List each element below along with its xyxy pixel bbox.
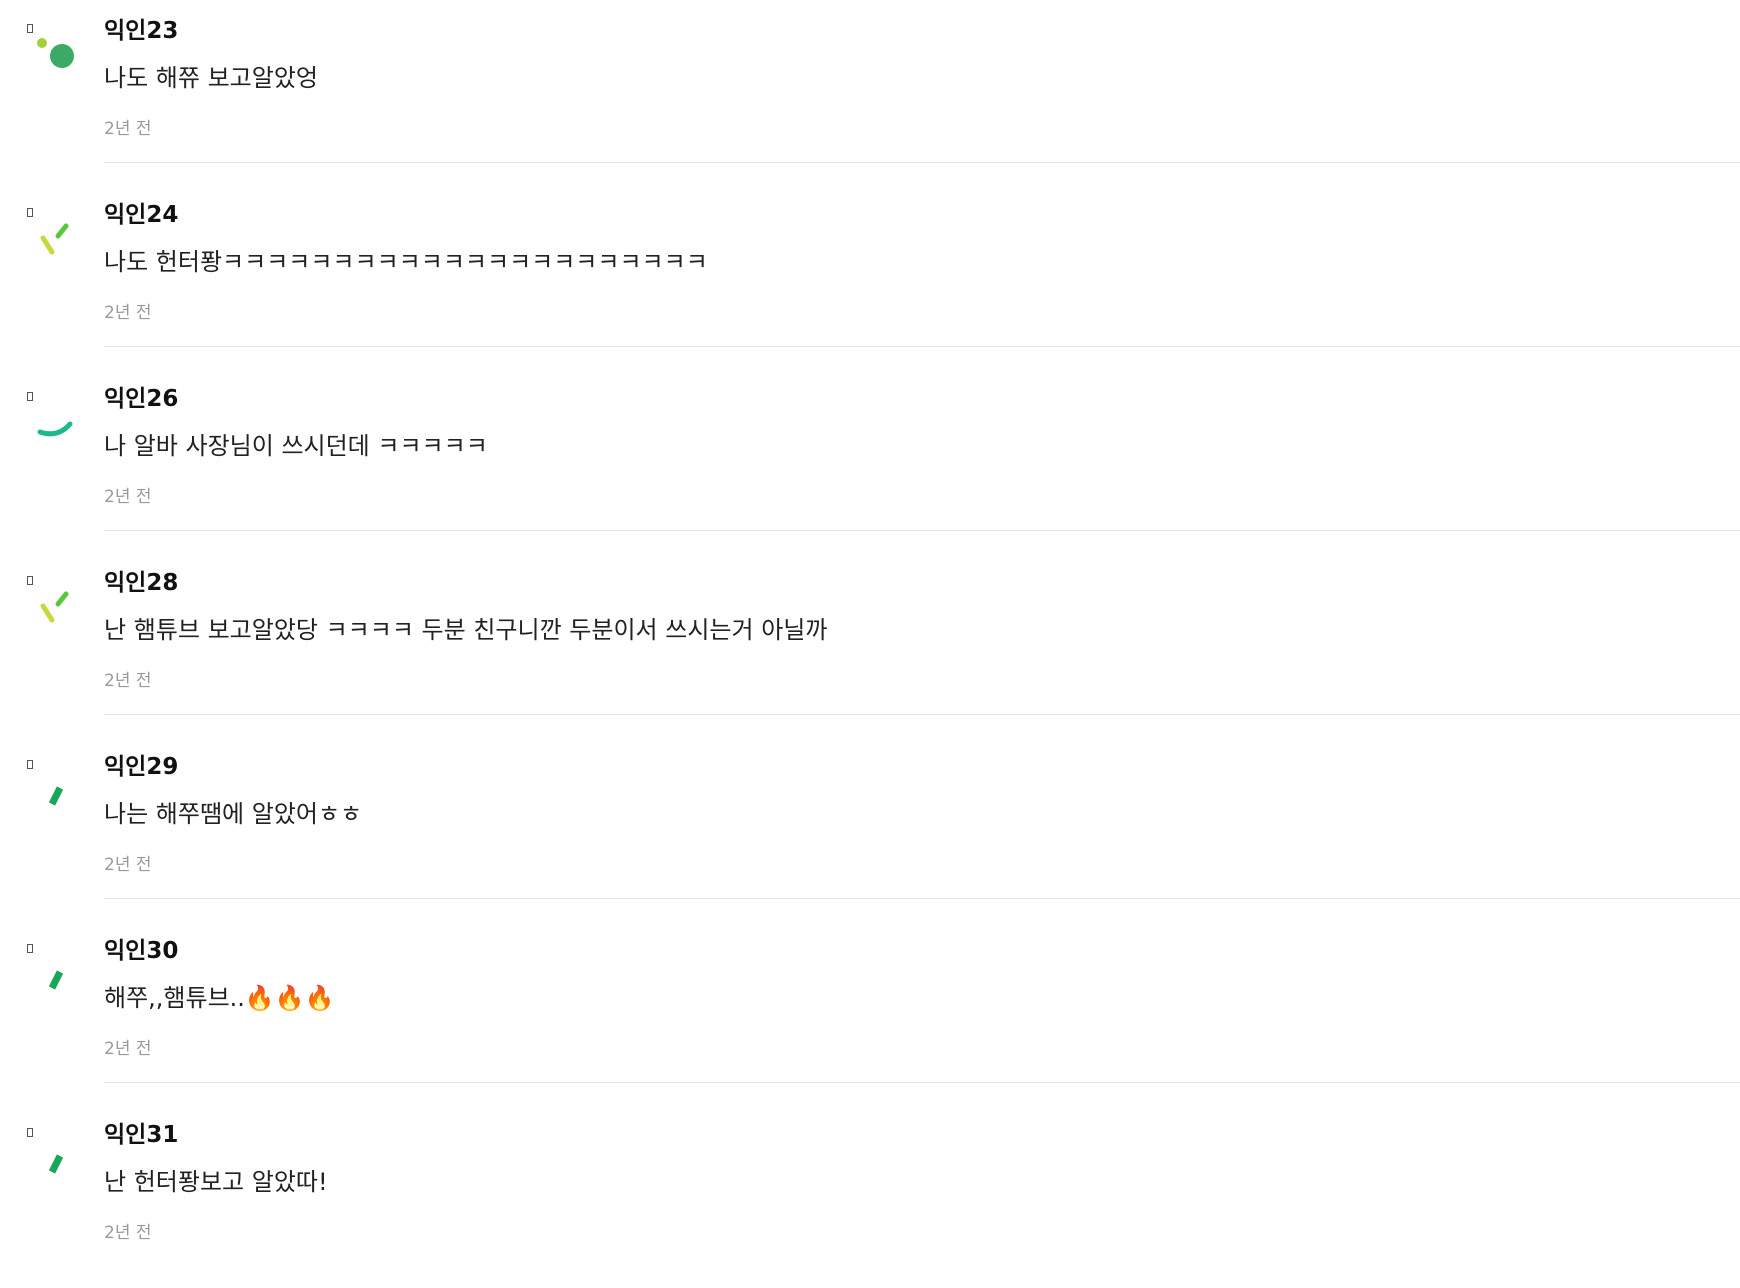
avatar-dot-large [50, 44, 74, 68]
check-dashes-icon[interactable] [28, 210, 84, 266]
divider [104, 162, 1740, 163]
comment-item: 익인28 난 햄튜브 보고알았당 ㅋㅋㅋㅋ 두분 친구니깐 두분이서 쓰시는거 … [0, 552, 1740, 736]
avatar-dot-small [37, 38, 47, 48]
slash-icon[interactable] [28, 762, 84, 818]
avatar-slash [48, 970, 64, 990]
comment-item: 익인23 나도 해쮸 보고알았엉 2년 전 [0, 0, 1740, 184]
avatar-dash-left [40, 235, 55, 255]
comment-time: 2년 전 [104, 855, 152, 875]
comment-time: 2년 전 [104, 119, 152, 139]
comment-item: 익인31 난 헌터퐝보고 알았따! 2년 전 [0, 1104, 1740, 1288]
slash-icon[interactable] [28, 1130, 84, 1186]
divider [104, 714, 1740, 715]
divider [104, 346, 1740, 347]
comment-item: 익인24 나도 헌터퐝ㅋㅋㅋㅋㅋㅋㅋㅋㅋㅋㅋㅋㅋㅋㅋㅋㅋㅋㅋㅋㅋㅋ 2년 전 [0, 184, 1740, 368]
check-dashes-icon[interactable] [28, 578, 84, 634]
comment-text: 나도 해쮸 보고알았엉 [104, 64, 318, 92]
comment-text: 나는 해쭈땜에 알았어ㅎㅎ [104, 800, 363, 828]
comment-text: 난 햄튜브 보고알았당 ㅋㅋㅋㅋ 두분 친구니깐 두분이서 쓰시는거 아닐까 [104, 616, 828, 644]
comment-author[interactable]: 익인23 [104, 16, 178, 46]
divider [104, 1082, 1740, 1083]
dot-pair-icon[interactable] [28, 26, 84, 82]
comment-text: 난 헌터퐝보고 알았따! [104, 1168, 328, 1196]
avatar-slash [48, 1154, 64, 1174]
comment-author[interactable]: 익인28 [104, 568, 178, 598]
comment-time: 2년 전 [104, 1223, 152, 1243]
comment-time: 2년 전 [104, 1039, 152, 1059]
slash-icon[interactable] [28, 946, 84, 1002]
comment-author[interactable]: 익인29 [104, 752, 178, 782]
comment-item: 익인30 해쭈,,햄튜브..🔥🔥🔥 2년 전 [0, 920, 1740, 1104]
smile-arc-icon[interactable] [28, 394, 84, 450]
avatar-dash-right [55, 591, 69, 607]
comment-author[interactable]: 익인24 [104, 200, 178, 230]
divider [104, 530, 1740, 531]
comment-time: 2년 전 [104, 671, 152, 691]
comment-time: 2년 전 [104, 303, 152, 323]
avatar-dash-left [40, 603, 55, 623]
comment-author[interactable]: 익인26 [104, 384, 178, 414]
avatar-dash-right [55, 223, 69, 239]
comment-text: 나 알바 사장님이 쓰시던데 ㅋㅋㅋㅋㅋ [104, 432, 488, 460]
comment-author[interactable]: 익인30 [104, 936, 178, 966]
comment-item: 익인29 나는 해쭈땜에 알았어ㅎㅎ 2년 전 [0, 736, 1740, 920]
comment-text: 나도 헌터퐝ㅋㅋㅋㅋㅋㅋㅋㅋㅋㅋㅋㅋㅋㅋㅋㅋㅋㅋㅋㅋㅋㅋ [104, 248, 708, 276]
comment-text: 해쭈,,햄튜브..🔥🔥🔥 [104, 984, 335, 1012]
comment-item: 익인26 나 알바 사장님이 쓰시던데 ㅋㅋㅋㅋㅋ 2년 전 [0, 368, 1740, 552]
divider [104, 898, 1740, 899]
comment-author[interactable]: 익인31 [104, 1120, 178, 1150]
avatar-arc [37, 421, 73, 437]
comment-time: 2년 전 [104, 487, 152, 507]
avatar-slash [48, 786, 64, 806]
comment-list: 익인23 나도 해쮸 보고알았엉 2년 전 익인24 나도 헌터퐝ㅋㅋㅋㅋㅋㅋㅋ… [0, 0, 1740, 1256]
